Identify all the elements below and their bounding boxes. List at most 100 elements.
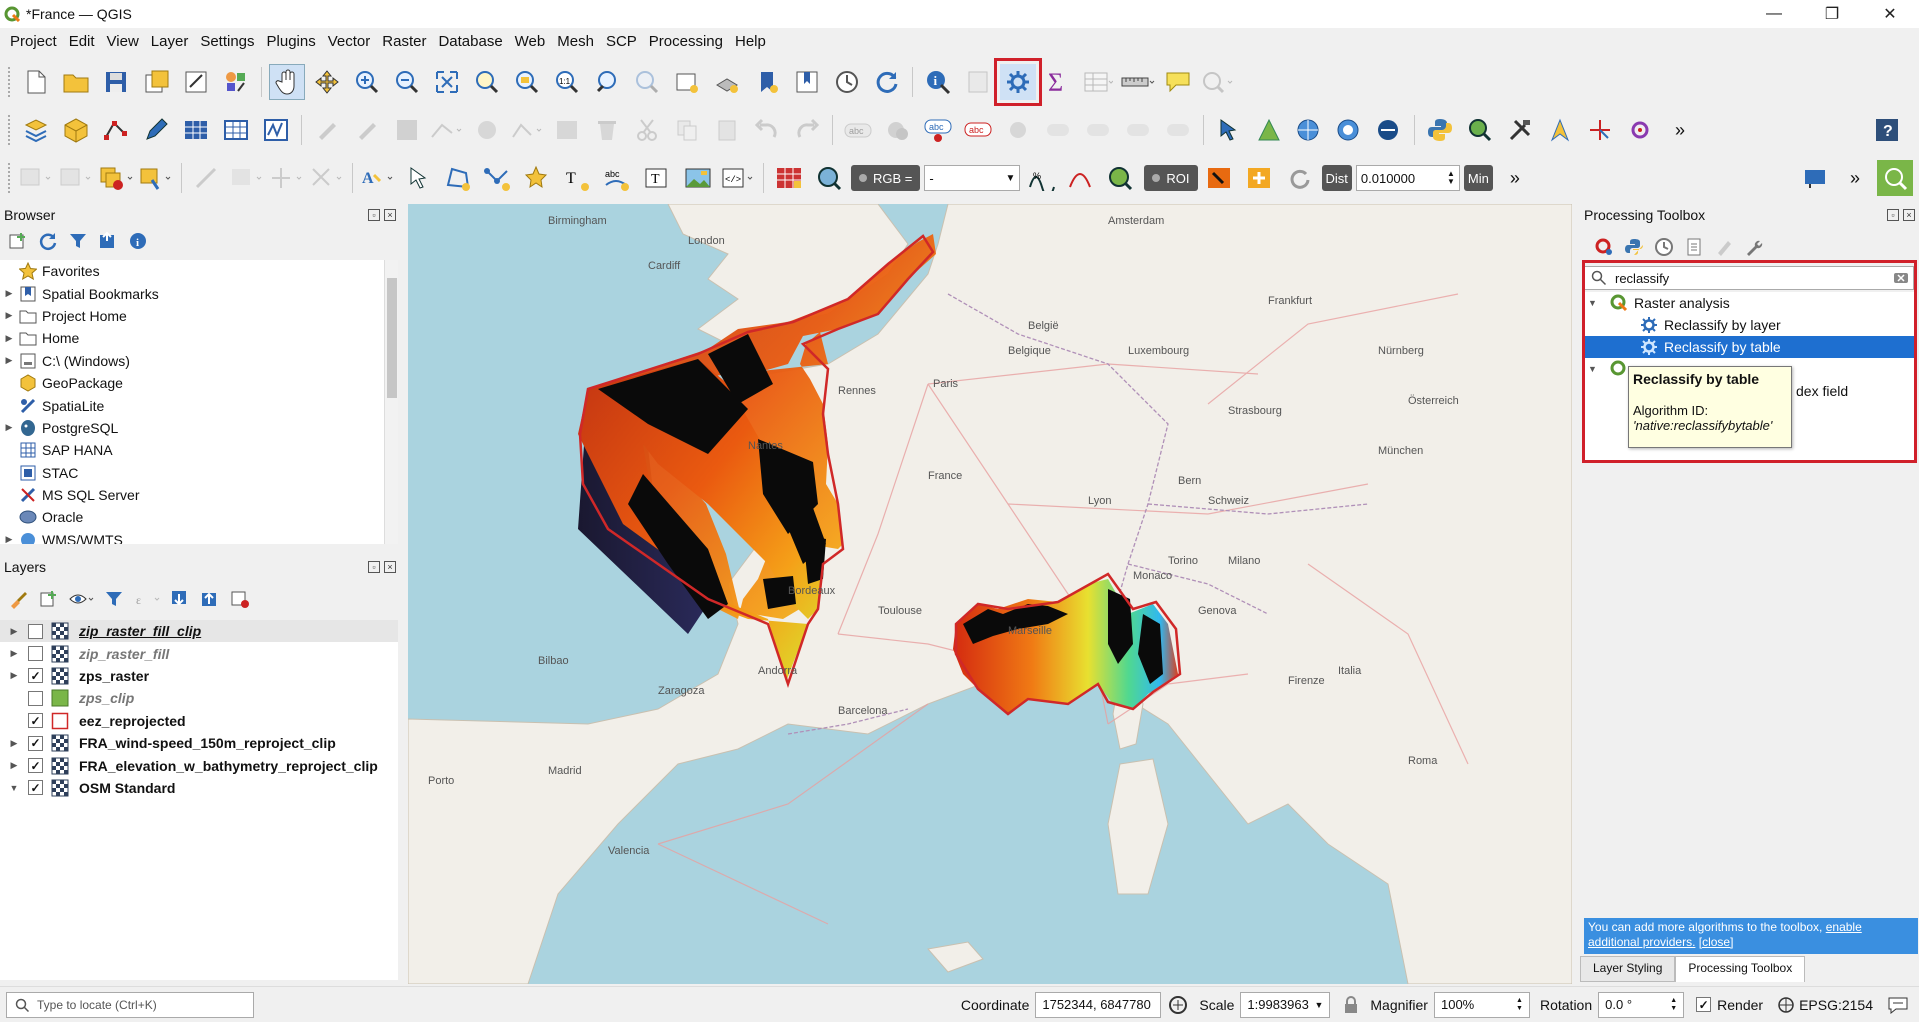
add-selected-layers-icon[interactable] (8, 231, 28, 251)
style-manager-icon[interactable] (218, 64, 254, 100)
expand-arrow-icon[interactable]: ▼ (0, 783, 28, 793)
diagram-tool-icon[interactable] (880, 112, 916, 148)
menu-edit[interactable]: Edit (63, 33, 101, 50)
layer-visibility-checkbox[interactable]: ✓ (28, 758, 43, 774)
globe-plugin-icon[interactable] (1291, 112, 1327, 148)
toolbar-handle[interactable] (8, 115, 12, 145)
move-label-icon[interactable] (1080, 112, 1116, 148)
digitize-vertices-icon[interactable] (98, 112, 134, 148)
coordinate-field[interactable]: 1752344, 6847780 (1035, 991, 1162, 1018)
processing-toolbox-icon[interactable] (994, 58, 1042, 106)
menu-settings[interactable]: Settings (194, 33, 260, 50)
browser-item[interactable]: SpatiaLite (0, 394, 398, 416)
magnifier-spinbox[interactable]: 100% ▲ ▼ (1433, 991, 1530, 1018)
close-notice-link[interactable]: [close] (1699, 935, 1734, 949)
models-gear-icon[interactable] (1594, 237, 1614, 257)
picture-annotation-icon[interactable] (680, 160, 716, 196)
tab-processing-toolbox[interactable]: Processing Toolbox (1675, 956, 1806, 982)
float-panel-button[interactable]: ▫ (368, 561, 380, 573)
temporary-layer-icon[interactable] (218, 112, 254, 148)
layer-labeling-icon[interactable]: abc (920, 112, 956, 148)
scp-histogram-icon[interactable] (1064, 160, 1100, 196)
toolbox-group-raster-analysis[interactable]: ▼ Raster analysis (1584, 292, 1914, 314)
paste-features-icon[interactable] (709, 112, 745, 148)
layer-item[interactable]: ▶ zip_raster_fill (0, 642, 398, 664)
lock-scale-icon[interactable] (1342, 995, 1360, 1014)
scp-signature-icon[interactable] (1251, 112, 1287, 148)
reshape-feature-icon[interactable] (309, 160, 345, 196)
select-annotation-icon[interactable] (400, 160, 436, 196)
new-3d-view-icon[interactable] (709, 64, 745, 100)
layer-visibility-checkbox[interactable] (28, 646, 43, 662)
undo-icon[interactable] (749, 112, 785, 148)
text-annotation-icon[interactable]: A (360, 160, 396, 196)
tools-icon[interactable] (1502, 112, 1538, 148)
python-scripts-icon[interactable] (1624, 237, 1644, 257)
browser-item[interactable]: ▶ C:\ (Windows) (0, 350, 398, 372)
layer-visibility-checkbox[interactable]: ✓ (28, 780, 43, 796)
save-edits-icon[interactable] (389, 112, 425, 148)
scp-stretch-icon[interactable]: % (1024, 160, 1060, 196)
expand-arrow-icon[interactable]: ▶ (0, 534, 18, 544)
scp-roi-add-icon[interactable] (1104, 160, 1140, 196)
expand-arrow-icon[interactable]: ▶ (0, 355, 18, 366)
map-svg[interactable]: Birmingham London Cardiff Amsterdam Belgique… (408, 204, 1572, 984)
toolbar-overflow-icon[interactable]: » (1497, 160, 1533, 196)
layer-item[interactable]: ✓ eez_reprojected (0, 710, 398, 732)
filter-by-expression-icon[interactable]: ε (134, 589, 160, 609)
cut-features-icon[interactable] (629, 112, 665, 148)
render-checkbox[interactable]: ✓ (1696, 997, 1712, 1012)
statistical-summary-icon[interactable]: Σ (1040, 64, 1076, 100)
locator-search-input[interactable]: Type to locate (Ctrl+K) (6, 991, 254, 1018)
roi-toggle-button[interactable]: ROI (1144, 165, 1198, 191)
expand-arrow-icon[interactable]: ▶ (0, 422, 18, 433)
properties-info-icon[interactable]: i (128, 231, 148, 251)
layer-item[interactable]: ▶ zip_raster_fill_clip (0, 620, 398, 643)
help-icon[interactable]: ? (1869, 112, 1905, 148)
float-panel-button[interactable]: ▫ (1887, 209, 1899, 221)
toolbar-handle[interactable] (8, 163, 12, 193)
layer-visibility-checkbox[interactable] (28, 623, 43, 639)
expand-all-icon[interactable] (170, 589, 190, 609)
browser-item[interactable]: GeoPackage (0, 372, 398, 394)
expand-arrow-icon[interactable]: ▶ (0, 333, 18, 344)
layer-item[interactable]: ▼ ✓ OSM Standard (0, 777, 398, 799)
expand-arrow-icon[interactable]: ▶ (0, 738, 28, 749)
menu-database[interactable]: Database (432, 33, 508, 50)
browser-scrollbar[interactable] (384, 260, 398, 544)
menu-layer[interactable]: Layer (145, 33, 195, 50)
menu-project[interactable]: Project (4, 33, 63, 50)
map-canvas[interactable]: Birmingham London Cardiff Amsterdam Belgique… (408, 204, 1572, 984)
virtual-layer-icon[interactable] (178, 112, 214, 148)
results-viewer-icon[interactable] (1684, 237, 1704, 257)
label-tool-icon[interactable]: abc (840, 112, 876, 148)
map-tips-icon[interactable] (1160, 64, 1196, 100)
temporal-controller-icon[interactable] (829, 64, 865, 100)
menu-raster[interactable]: Raster (376, 33, 432, 50)
change-label-icon[interactable] (1160, 112, 1196, 148)
collapse-all-icon[interactable] (98, 231, 118, 251)
text-in-rect-icon[interactable]: T (640, 160, 676, 196)
select-feature-cursor-icon[interactable] (1211, 112, 1247, 148)
text-on-point-icon[interactable]: T (560, 160, 596, 196)
filter-icon[interactable] (68, 231, 88, 251)
show-bookmarks-icon[interactable] (789, 64, 825, 100)
zoom-native-icon[interactable]: 1:1 (549, 64, 585, 100)
menu-processing[interactable]: Processing (643, 33, 729, 50)
shape-digitizing-icon[interactable] (138, 160, 174, 196)
advanced-digitizing-icon[interactable] (189, 160, 225, 196)
zoom-to-selection-icon[interactable] (469, 64, 505, 100)
add-group-icon[interactable] (38, 589, 58, 609)
scp-roi-draw-icon[interactable] (1202, 160, 1238, 196)
history-clock-icon[interactable] (1654, 237, 1674, 257)
toolbox-item-reclassify-by-table[interactable]: Reclassify by table (1584, 336, 1914, 358)
layer-visibility-checkbox[interactable]: ✓ (28, 668, 43, 684)
toolbar-handle[interactable] (8, 67, 12, 97)
pin-labels-icon[interactable] (1000, 112, 1036, 148)
close-panel-button[interactable]: × (384, 561, 396, 573)
zoom-out-icon[interactable] (389, 64, 425, 100)
float-panel-button[interactable]: ▫ (368, 209, 380, 221)
layer-item[interactable]: ▶ ✓ zps_raster (0, 665, 398, 687)
scp-add-point-icon[interactable] (1242, 160, 1278, 196)
scp-band-set-icon[interactable] (771, 160, 807, 196)
